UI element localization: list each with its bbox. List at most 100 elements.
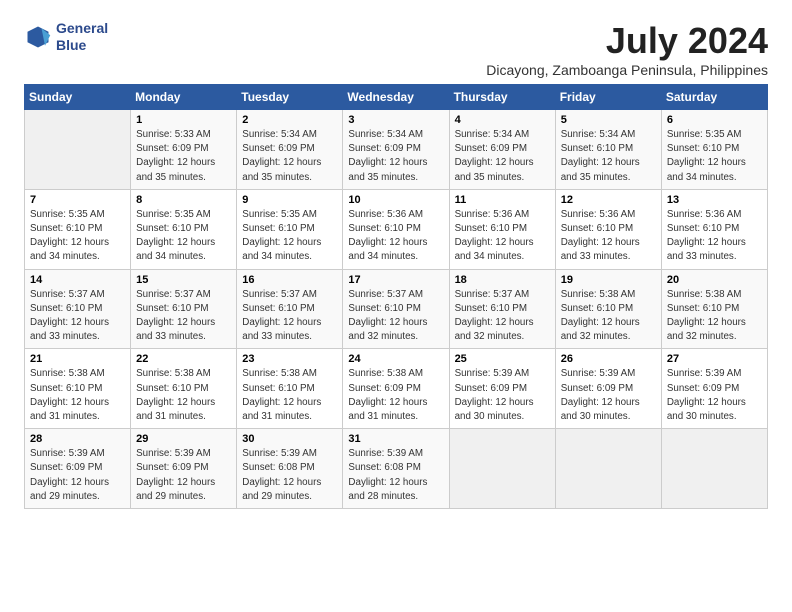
- day-info: Sunrise: 5:36 AMSunset: 6:10 PMDaylight:…: [348, 208, 443, 265]
- title-block: July 2024 Dicayong, Zamboanga Peninsula,…: [486, 20, 768, 78]
- calendar-cell: 22 Sunrise: 5:38 AMSunset: 6:10 PMDayligh…: [131, 349, 237, 429]
- day-number: 12: [561, 194, 656, 206]
- day-number: 7: [30, 194, 125, 206]
- weekday-header-row: SundayMondayTuesdayWednesdayThursdayFrid…: [25, 85, 768, 110]
- calendar-cell: 7Sunrise: 5:35 AMSunset: 6:10 PMDaylight…: [25, 189, 131, 269]
- calendar-cell: 21 Sunrise: 5:38 AMSunset: 6:10 PMDayligh…: [25, 349, 131, 429]
- day-number: 6: [667, 114, 762, 126]
- day-number: 4: [455, 114, 550, 126]
- day-info: Sunrise: 5:38 AMSunset: 6:10 PMDaylight:…: [30, 367, 125, 424]
- day-info: Sunrise: 5:38 AMSunset: 6:09 PMDaylight:…: [348, 367, 443, 424]
- day-info: Sunrise: 5:39 AMSunset: 6:08 PMDaylight:…: [348, 447, 443, 504]
- calendar-cell: 28 Sunrise: 5:39 AMSunset: 6:09 PMDayligh…: [25, 429, 131, 509]
- weekday-header: Saturday: [661, 85, 767, 110]
- calendar-row: 14 Sunrise: 5:37 AMSunset: 6:10 PMDayligh…: [25, 269, 768, 349]
- day-info: Sunrise: 5:33 AMSunset: 6:09 PMDaylight:…: [136, 128, 231, 185]
- day-info: Sunrise: 5:39 AMSunset: 6:09 PMDaylight:…: [136, 447, 231, 504]
- calendar-cell: 14 Sunrise: 5:37 AMSunset: 6:10 PMDayligh…: [25, 269, 131, 349]
- day-info: Sunrise: 5:37 AMSunset: 6:10 PMDaylight:…: [242, 288, 337, 345]
- day-info: Sunrise: 5:36 AMSunset: 6:10 PMDaylight:…: [561, 208, 656, 265]
- day-info: Sunrise: 5:38 AMSunset: 6:10 PMDaylight:…: [561, 288, 656, 345]
- day-number: 23: [242, 353, 337, 365]
- day-info: Sunrise: 5:39 AMSunset: 6:08 PMDaylight:…: [242, 447, 337, 504]
- day-number: 25: [455, 353, 550, 365]
- day-info: Sunrise: 5:37 AMSunset: 6:10 PMDaylight:…: [455, 288, 550, 345]
- day-info: Sunrise: 5:35 AMSunset: 6:10 PMDaylight:…: [242, 208, 337, 265]
- calendar-cell: 18 Sunrise: 5:37 AMSunset: 6:10 PMDayligh…: [449, 269, 555, 349]
- calendar-cell: 30Sunrise: 5:39 AMSunset: 6:08 PMDayligh…: [237, 429, 343, 509]
- day-info: Sunrise: 5:39 AMSunset: 6:09 PMDaylight:…: [30, 447, 125, 504]
- calendar-cell: 26 Sunrise: 5:39 AMSunset: 6:09 PMDayligh…: [555, 349, 661, 429]
- day-info: Sunrise: 5:38 AMSunset: 6:10 PMDaylight:…: [242, 367, 337, 424]
- day-number: 1: [136, 114, 231, 126]
- day-info: Sunrise: 5:35 AMSunset: 6:10 PMDaylight:…: [136, 208, 231, 265]
- day-number: 17: [348, 274, 443, 286]
- day-number: 22: [136, 353, 231, 365]
- header: General Blue July 2024 Dicayong, Zamboan…: [24, 20, 768, 78]
- calendar-cell: 16 Sunrise: 5:37 AMSunset: 6:10 PMDayligh…: [237, 269, 343, 349]
- day-number: 29: [136, 433, 231, 445]
- day-number: 18: [455, 274, 550, 286]
- calendar-cell: 23 Sunrise: 5:38 AMSunset: 6:10 PMDayligh…: [237, 349, 343, 429]
- calendar-cell: [449, 429, 555, 509]
- calendar-cell: 11Sunrise: 5:36 AMSunset: 6:10 PMDayligh…: [449, 189, 555, 269]
- day-number: 21: [30, 353, 125, 365]
- day-info: Sunrise: 5:37 AMSunset: 6:10 PMDaylight:…: [348, 288, 443, 345]
- day-info: Sunrise: 5:37 AMSunset: 6:10 PMDaylight:…: [136, 288, 231, 345]
- location: Dicayong, Zamboanga Peninsula, Philippin…: [486, 62, 768, 78]
- day-info: Sunrise: 5:34 AMSunset: 6:09 PMDaylight:…: [455, 128, 550, 185]
- day-info: Sunrise: 5:38 AMSunset: 6:10 PMDaylight:…: [667, 288, 762, 345]
- calendar-row: 21 Sunrise: 5:38 AMSunset: 6:10 PMDayligh…: [25, 349, 768, 429]
- weekday-header: Sunday: [25, 85, 131, 110]
- calendar-row: 7 Sunrise: 5:35 AMSunset: 6:10 PMDaylight…: [25, 189, 768, 269]
- calendar-cell: 10 Sunrise: 5:36 AMSunset: 6:10 PMDayligh…: [343, 189, 449, 269]
- day-info: Sunrise: 5:38 AMSunset: 6:10 PMDaylight:…: [136, 367, 231, 424]
- day-number: 3: [348, 114, 443, 126]
- calendar-cell: [661, 429, 767, 509]
- calendar-cell: 3Sunrise: 5:34 AMSunset: 6:09 PMDaylight…: [343, 110, 449, 190]
- calendar-cell: 13 Sunrise: 5:36 AMSunset: 6:10 PMDayligh…: [661, 189, 767, 269]
- day-number: 20: [667, 274, 762, 286]
- weekday-header: Tuesday: [237, 85, 343, 110]
- day-number: 28: [30, 433, 125, 445]
- day-info: Sunrise: 5:37 AMSunset: 6:10 PMDaylight:…: [30, 288, 125, 345]
- day-info: Sunrise: 5:36 AMSunset: 6:10 PMDaylight:…: [455, 208, 550, 265]
- calendar-row: 28 Sunrise: 5:39 AMSunset: 6:09 PMDayligh…: [25, 429, 768, 509]
- day-number: 10: [348, 194, 443, 206]
- calendar-cell: 2 Sunrise: 5:34 AMSunset: 6:09 PMDaylight…: [237, 110, 343, 190]
- day-info: Sunrise: 5:39 AMSunset: 6:09 PMDaylight:…: [561, 367, 656, 424]
- day-number: 2: [242, 114, 337, 126]
- day-info: Sunrise: 5:34 AMSunset: 6:10 PMDaylight:…: [561, 128, 656, 185]
- weekday-header: Monday: [131, 85, 237, 110]
- calendar-table: SundayMondayTuesdayWednesdayThursdayFrid…: [24, 84, 768, 509]
- calendar-cell: 29 Sunrise: 5:39 AMSunset: 6:09 PMDayligh…: [131, 429, 237, 509]
- calendar-cell: 8Sunrise: 5:35 AMSunset: 6:10 PMDaylight…: [131, 189, 237, 269]
- logo-text: General Blue: [56, 20, 108, 54]
- day-number: 26: [561, 353, 656, 365]
- calendar-cell: 19 Sunrise: 5:38 AMSunset: 6:10 PMDayligh…: [555, 269, 661, 349]
- calendar-cell: 5 Sunrise: 5:34 AMSunset: 6:10 PMDaylight…: [555, 110, 661, 190]
- day-number: 9: [242, 194, 337, 206]
- day-info: Sunrise: 5:39 AMSunset: 6:09 PMDaylight:…: [455, 367, 550, 424]
- day-number: 5: [561, 114, 656, 126]
- day-info: Sunrise: 5:36 AMSunset: 6:10 PMDaylight:…: [667, 208, 762, 265]
- day-number: 24: [348, 353, 443, 365]
- calendar-cell: 24 Sunrise: 5:38 AMSunset: 6:09 PMDayligh…: [343, 349, 449, 429]
- calendar-cell: 20 Sunrise: 5:38 AMSunset: 6:10 PMDayligh…: [661, 269, 767, 349]
- weekday-header: Thursday: [449, 85, 555, 110]
- day-number: 31: [348, 433, 443, 445]
- calendar-cell: 25 Sunrise: 5:39 AMSunset: 6:09 PMDayligh…: [449, 349, 555, 429]
- day-number: 13: [667, 194, 762, 206]
- logo: General Blue: [24, 20, 108, 54]
- calendar-cell: 9 Sunrise: 5:35 AMSunset: 6:10 PMDaylight…: [237, 189, 343, 269]
- day-number: 19: [561, 274, 656, 286]
- calendar-cell: 6Sunrise: 5:35 AMSunset: 6:10 PMDaylight…: [661, 110, 767, 190]
- calendar-row: 1 Sunrise: 5:33 AMSunset: 6:09 PMDaylight…: [25, 110, 768, 190]
- weekday-header: Friday: [555, 85, 661, 110]
- weekday-header: Wednesday: [343, 85, 449, 110]
- month-year: July 2024: [486, 20, 768, 62]
- day-number: 16: [242, 274, 337, 286]
- day-number: 14: [30, 274, 125, 286]
- calendar-cell: 12 Sunrise: 5:36 AMSunset: 6:10 PMDayligh…: [555, 189, 661, 269]
- day-info: Sunrise: 5:34 AMSunset: 6:09 PMDaylight:…: [242, 128, 337, 185]
